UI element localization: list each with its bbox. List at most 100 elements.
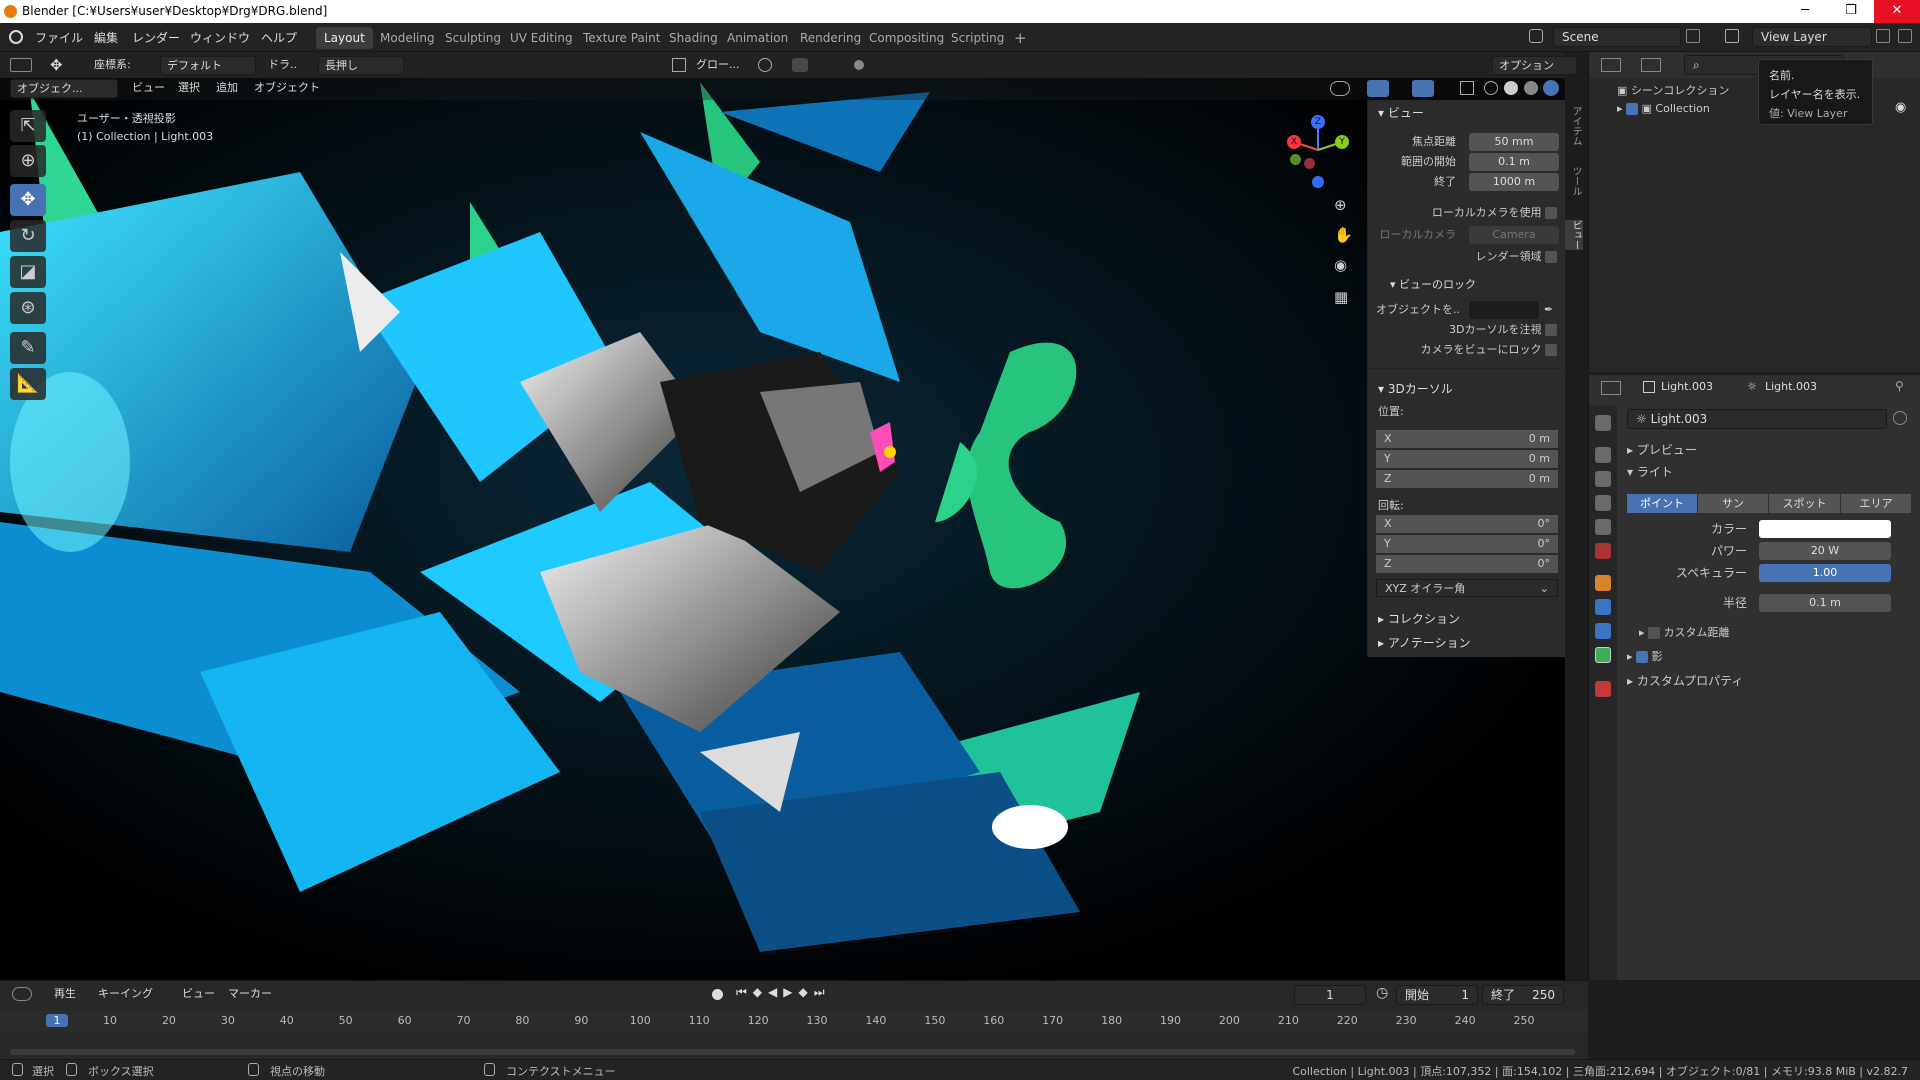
close-button[interactable]: ✕ xyxy=(1874,0,1920,23)
cursor-rot-x-field[interactable]: X 0° xyxy=(1376,515,1558,533)
shadow-checkbox[interactable] xyxy=(1636,651,1649,663)
shading-rendered-icon[interactable] xyxy=(1543,80,1559,96)
fake-user-shield-icon[interactable] xyxy=(1893,411,1907,425)
light-type-spot[interactable]: スポット xyxy=(1769,494,1840,513)
collection-section-header[interactable]: ▸ コレクション xyxy=(1368,608,1460,630)
shading-material-icon[interactable] xyxy=(1524,81,1538,95)
constraints-tab-icon[interactable] xyxy=(1595,623,1611,639)
view-section-header[interactable]: ▾ ビュー xyxy=(1368,102,1424,124)
tab-layout[interactable]: Layout xyxy=(316,27,373,49)
menu-select[interactable]: 選択 xyxy=(172,79,206,98)
current-frame-field[interactable]: 1 xyxy=(1294,985,1366,1005)
menu-view[interactable]: ビュー xyxy=(126,79,171,98)
pivot-icon[interactable] xyxy=(672,58,686,72)
mode-dropdown[interactable]: オブジェク... xyxy=(10,79,118,98)
record-icon[interactable] xyxy=(712,989,723,1000)
blender-menu-icon[interactable] xyxy=(9,30,23,44)
gizmo-x-icon[interactable]: X xyxy=(1287,135,1301,149)
restore-button[interactable]: ❐ xyxy=(1828,0,1874,23)
pan-hand-icon[interactable]: ✋ xyxy=(1334,226,1353,244)
local-camera-checkbox-row[interactable]: ローカルカメラを使用 xyxy=(1432,203,1557,223)
menu-playback[interactable]: 再生 xyxy=(48,985,82,1004)
menu-view[interactable]: ビュー xyxy=(176,985,221,1004)
outliner-editor-type-icon[interactable] xyxy=(1601,58,1621,72)
light-type-area[interactable]: エリア xyxy=(1841,494,1911,513)
preview-panel-header[interactable]: ▸ プレビュー xyxy=(1627,439,1697,461)
clip-end-field[interactable]: 1000 m xyxy=(1469,173,1559,191)
light-type-point[interactable]: ポイント xyxy=(1627,494,1697,513)
lock-camera-checkbox[interactable] xyxy=(1545,344,1557,356)
display-mode-icon[interactable] xyxy=(1641,58,1661,72)
scene-tab-icon[interactable] xyxy=(1595,519,1611,535)
proportional-edit-icon[interactable] xyxy=(854,60,864,70)
cursor-rot-z-field[interactable]: Z 0° xyxy=(1376,555,1558,573)
menu-marker[interactable]: マーカー xyxy=(222,985,278,1004)
minimize-button[interactable]: ─ xyxy=(1782,0,1828,23)
view-layer-icon[interactable] xyxy=(1725,29,1739,43)
3d-cursor-header[interactable]: ▾ 3Dカーソル xyxy=(1368,378,1453,400)
timeline-scrollbar[interactable] xyxy=(10,1049,1575,1055)
tab-tool[interactable]: ツール xyxy=(1565,166,1583,196)
physics-tab-icon[interactable] xyxy=(1595,599,1611,615)
power-field[interactable]: 20 W xyxy=(1759,542,1891,560)
navigation-gizmo[interactable]: Z X Y xyxy=(1284,112,1352,192)
cursor-loc-y-field[interactable]: Y 0 m xyxy=(1376,450,1558,468)
menu-keying[interactable]: キーイング xyxy=(92,985,159,1004)
collection-row[interactable]: ▸ ▣ Collection xyxy=(1617,102,1710,115)
new-view-layer-icon[interactable] xyxy=(1876,29,1890,43)
lock-cursor-row[interactable]: 3Dカーソルを注視 xyxy=(1449,320,1557,340)
tab-uv-editing[interactable]: UV Editing xyxy=(502,27,581,49)
options-dropdown[interactable]: オプション xyxy=(1492,56,1577,75)
menu-edit[interactable]: 編集 xyxy=(94,29,118,46)
cursor-tool[interactable]: ⊕ xyxy=(10,145,46,177)
tab-modeling[interactable]: Modeling xyxy=(372,27,443,49)
local-camera-field[interactable]: Camera xyxy=(1469,226,1559,244)
lock-camera-row[interactable]: カメラをビューにロック xyxy=(1421,340,1557,360)
tool-tab-icon[interactable] xyxy=(1595,415,1611,431)
coord-system-dropdown[interactable]: デフォルト xyxy=(160,56,256,75)
shadow-panel-header[interactable]: ▸ 影 xyxy=(1627,646,1663,668)
view-layer-field[interactable]: View Layer xyxy=(1752,27,1872,47)
camera-view-icon[interactable]: ◉ xyxy=(1334,256,1347,274)
output-tab-icon[interactable] xyxy=(1595,471,1611,487)
shading-wire-icon[interactable] xyxy=(1484,81,1498,95)
rotate-tool[interactable]: ↻ xyxy=(10,220,46,252)
frame-start-field[interactable]: 開始 1 xyxy=(1396,985,1478,1005)
object-name-label[interactable]: Light.003 xyxy=(1661,380,1713,393)
lock-cursor-checkbox[interactable] xyxy=(1545,324,1557,336)
cursor-loc-z-field[interactable]: Z 0 m xyxy=(1376,470,1558,488)
tab-animation[interactable]: Animation xyxy=(719,27,796,49)
measure-tool[interactable]: 📐 xyxy=(10,368,46,400)
menu-add[interactable]: 追加 xyxy=(210,79,244,98)
lock-object-field[interactable] xyxy=(1469,301,1539,319)
render-region-checkbox[interactable] xyxy=(1545,251,1557,263)
rotation-mode-dropdown[interactable]: XYZ オイラー角 ⌄ xyxy=(1376,579,1558,597)
add-workspace-button[interactable]: + xyxy=(1006,27,1035,49)
pivot-point-icon[interactable] xyxy=(758,58,772,72)
render-region-row[interactable]: レンダー領域 xyxy=(1476,247,1557,267)
view-layer-tab-icon[interactable] xyxy=(1595,495,1611,511)
new-scene-icon[interactable] xyxy=(1686,29,1700,43)
menu-render[interactable]: レンダー xyxy=(132,29,180,46)
gizmo-toggle-icon[interactable] xyxy=(1367,80,1389,97)
transform-orientation-dropdown[interactable]: グロー... xyxy=(690,56,746,75)
annotate-tool[interactable]: ✎ xyxy=(10,332,46,364)
frame-end-field[interactable]: 終了 250 xyxy=(1482,985,1564,1005)
menu-help[interactable]: ヘルプ xyxy=(261,29,297,46)
menu-object[interactable]: オブジェクト xyxy=(248,79,326,98)
custom-distance-checkbox[interactable] xyxy=(1648,627,1661,639)
scene-field[interactable]: Scene xyxy=(1553,27,1681,47)
snap-icon[interactable] xyxy=(792,58,808,72)
gizmo-neg-y-icon[interactable] xyxy=(1290,154,1301,165)
menu-window[interactable]: ウィンドウ xyxy=(190,29,250,46)
tab-view[interactable]: ビュー xyxy=(1565,220,1583,250)
scale-tool[interactable]: ◪ xyxy=(10,256,46,288)
view-lock-header[interactable]: ▾ ビューのロック xyxy=(1368,274,1476,296)
transform-tool[interactable]: ⊛ xyxy=(10,292,46,324)
object-tab-icon[interactable] xyxy=(1595,575,1611,591)
xray-icon[interactable] xyxy=(1460,81,1474,95)
annotation-section-header[interactable]: ▸ アノテーション xyxy=(1368,632,1471,654)
scene-collection-row[interactable]: ▣ シーンコレクション xyxy=(1617,82,1729,98)
render-tab-icon[interactable] xyxy=(1595,447,1611,463)
timeline-editor-type-icon[interactable] xyxy=(12,987,32,1001)
